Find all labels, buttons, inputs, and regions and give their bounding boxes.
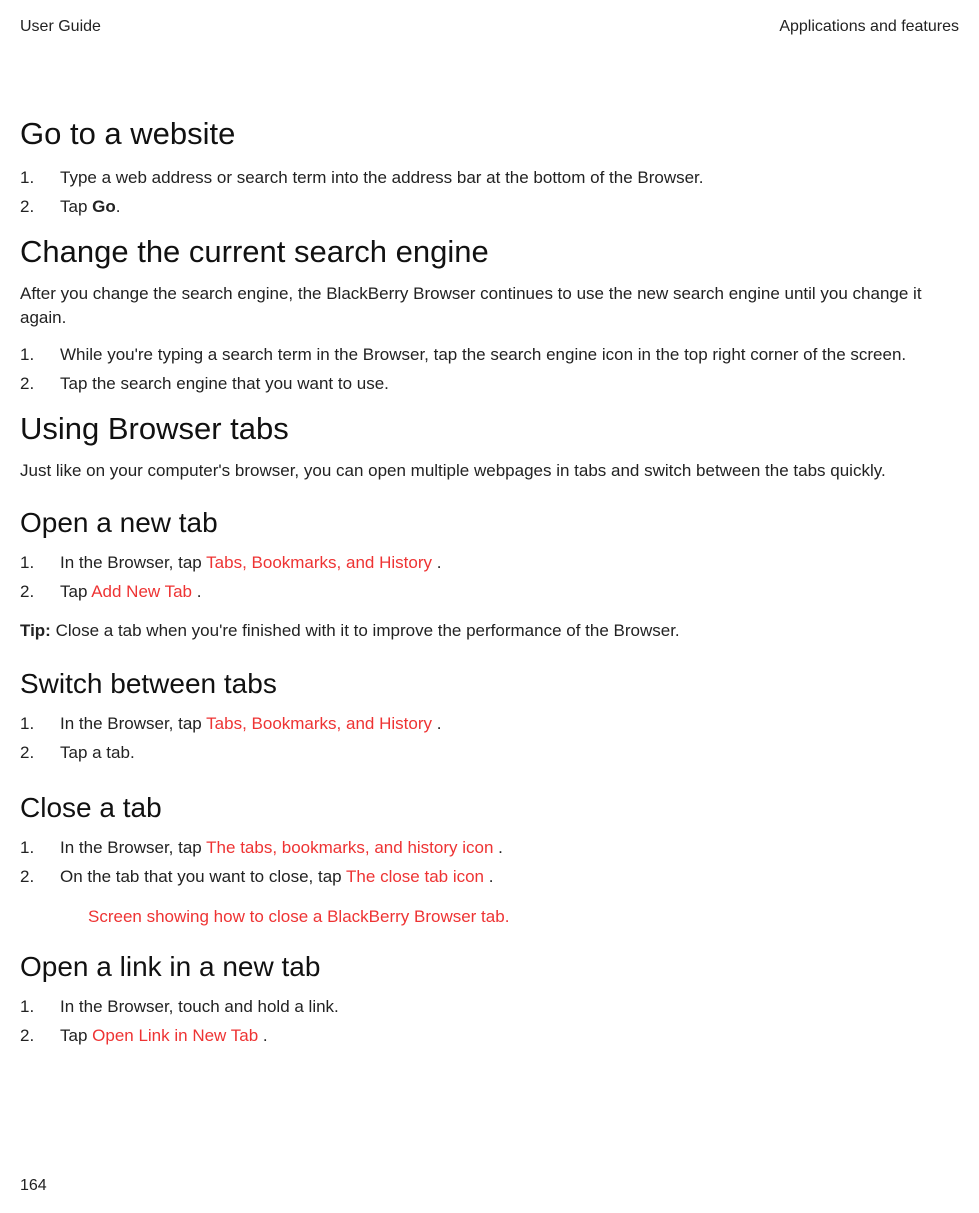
steps-open-a-new-tab: 1. In the Browser, tap Tabs, Bookmarks, …	[20, 549, 959, 607]
step-text: Tap a tab.	[60, 739, 959, 768]
step-text: In the Browser, tap Tabs, Bookmarks, and…	[60, 710, 959, 739]
page-header: User Guide Applications and features	[20, 18, 959, 36]
list-item: 1. Type a web address or search term int…	[20, 164, 959, 193]
step-text: While you're typing a search term in the…	[60, 341, 959, 370]
text-fragment: .	[432, 553, 441, 572]
step-number: 1.	[20, 993, 60, 1022]
steps-open-link-in-new-tab: 1. In the Browser, touch and hold a link…	[20, 993, 959, 1051]
step-text: Tap Go.	[60, 193, 959, 222]
text-fragment: In the Browser, tap	[60, 838, 206, 857]
ui-reference: The close tab icon	[346, 867, 484, 886]
list-item: 1. In the Browser, touch and hold a link…	[20, 993, 959, 1022]
text-fragment: .	[116, 197, 121, 216]
list-item: 2. Tap the search engine that you want t…	[20, 370, 959, 399]
steps-switch-between-tabs: 1. In the Browser, tap Tabs, Bookmarks, …	[20, 710, 959, 768]
steps-change-search-engine: 1. While you're typing a search term in …	[20, 341, 959, 399]
step-text: In the Browser, tap The tabs, bookmarks,…	[60, 834, 959, 863]
page: User Guide Applications and features Go …	[0, 0, 979, 1213]
step-text: Type a web address or search term into t…	[60, 164, 959, 193]
figure-reference: Screen showing how to close a BlackBerry…	[88, 907, 959, 927]
paragraph: After you change the search engine, the …	[20, 282, 959, 331]
steps-close-a-tab: 1. In the Browser, tap The tabs, bookmar…	[20, 834, 959, 892]
step-number: 1.	[20, 834, 60, 863]
text-fragment: Tap	[60, 197, 92, 216]
ui-reference: Open Link in New Tab	[92, 1026, 258, 1045]
tip-paragraph: Tip: Close a tab when you're finished wi…	[20, 619, 959, 644]
text-fragment: In the Browser, tap	[60, 553, 206, 572]
list-item: 1. In the Browser, tap Tabs, Bookmarks, …	[20, 549, 959, 578]
list-item: 2. Tap Open Link in New Tab .	[20, 1022, 959, 1051]
heading-open-a-new-tab: Open a new tab	[20, 507, 959, 539]
list-item: 2. Tap Go.	[20, 193, 959, 222]
step-text: Tap Open Link in New Tab .	[60, 1022, 959, 1051]
header-right: Applications and features	[779, 18, 959, 36]
text-fragment: Tap	[60, 582, 91, 601]
list-item: 1. In the Browser, tap Tabs, Bookmarks, …	[20, 710, 959, 739]
list-item: 2. Tap a tab.	[20, 739, 959, 768]
heading-switch-between-tabs: Switch between tabs	[20, 668, 959, 700]
list-item: 1. While you're typing a search term in …	[20, 341, 959, 370]
heading-change-search-engine: Change the current search engine	[20, 234, 959, 270]
list-item: 2. Tap Add New Tab .	[20, 578, 959, 607]
step-number: 2.	[20, 370, 60, 399]
step-text: In the Browser, touch and hold a link.	[60, 993, 959, 1022]
tip-label: Tip:	[20, 621, 51, 640]
page-number: 164	[20, 1177, 47, 1195]
step-number: 1.	[20, 164, 60, 193]
step-number: 1.	[20, 341, 60, 370]
steps-go-to-a-website: 1. Type a web address or search term int…	[20, 164, 959, 222]
text-fragment: .	[493, 838, 502, 857]
text-fragment: .	[432, 714, 441, 733]
step-number: 1.	[20, 549, 60, 578]
step-text: Tap Add New Tab .	[60, 578, 959, 607]
heading-open-link-in-new-tab: Open a link in a new tab	[20, 951, 959, 983]
step-number: 2.	[20, 739, 60, 768]
tip-body: Close a tab when you're finished with it…	[51, 621, 680, 640]
heading-close-a-tab: Close a tab	[20, 792, 959, 824]
text-fragment: .	[192, 582, 201, 601]
heading-using-browser-tabs: Using Browser tabs	[20, 411, 959, 447]
text-fragment: In the Browser, tap	[60, 714, 206, 733]
step-number: 2.	[20, 193, 60, 222]
step-text: Tap the search engine that you want to u…	[60, 370, 959, 399]
list-item: 2. On the tab that you want to close, ta…	[20, 863, 959, 892]
step-number: 1.	[20, 710, 60, 739]
text-fragment: On the tab that you want to close, tap	[60, 867, 346, 886]
step-text: On the tab that you want to close, tap T…	[60, 863, 959, 892]
step-number: 2.	[20, 863, 60, 892]
step-text: In the Browser, tap Tabs, Bookmarks, and…	[60, 549, 959, 578]
ui-reference: Tabs, Bookmarks, and History	[206, 553, 432, 572]
text-fragment: Tap	[60, 1026, 92, 1045]
text-fragment: .	[484, 867, 493, 886]
header-left: User Guide	[20, 18, 101, 36]
ui-reference: Tabs, Bookmarks, and History	[206, 714, 432, 733]
paragraph: Just like on your computer's browser, yo…	[20, 459, 959, 484]
step-number: 2.	[20, 1022, 60, 1051]
list-item: 1. In the Browser, tap The tabs, bookmar…	[20, 834, 959, 863]
step-number: 2.	[20, 578, 60, 607]
bold-text: Go	[92, 197, 116, 216]
text-fragment: .	[258, 1026, 267, 1045]
ui-reference: Add New Tab	[91, 582, 192, 601]
ui-reference: The tabs, bookmarks, and history icon	[206, 838, 493, 857]
heading-go-to-a-website: Go to a website	[20, 116, 959, 152]
